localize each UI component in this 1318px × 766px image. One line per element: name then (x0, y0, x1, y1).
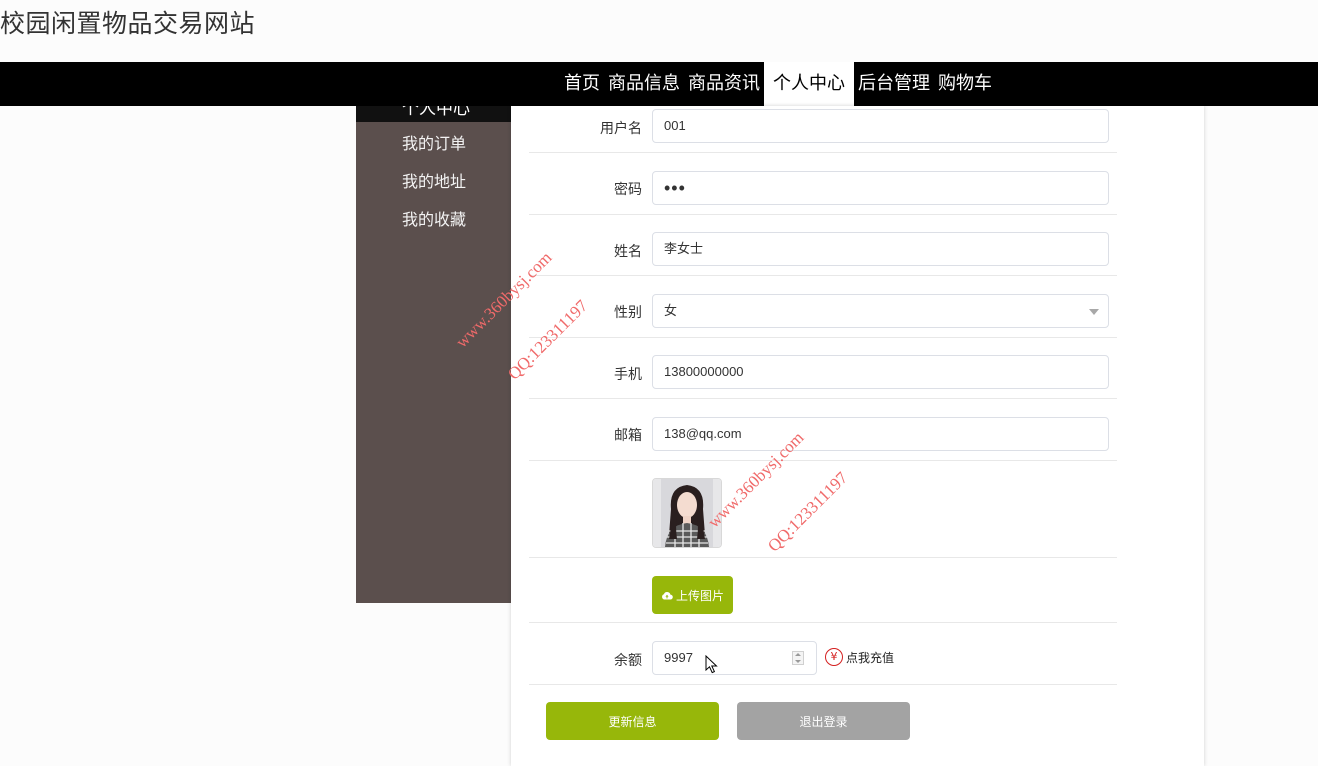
sidebar-item-favorites[interactable]: 我的收藏 (402, 206, 466, 230)
email-input[interactable]: 138@qq.com (652, 417, 1109, 451)
row-divider (529, 214, 1117, 215)
row-divider (529, 337, 1117, 338)
row-divider (529, 398, 1117, 399)
password-label: 密码 (614, 182, 642, 198)
gender-selected-value: 女 (664, 303, 678, 318)
row-divider (529, 275, 1117, 276)
update-info-button[interactable]: 更新信息 (546, 702, 719, 740)
row-divider (529, 557, 1117, 558)
row-divider (529, 152, 1117, 153)
number-spinner[interactable] (792, 651, 804, 665)
sidebar-item-addresses[interactable]: 我的地址 (402, 168, 466, 192)
balance-value: 9997 (664, 650, 693, 665)
name-input[interactable]: 李女士 (652, 232, 1109, 266)
nav-item-cart[interactable]: 购物车 (934, 62, 996, 106)
yen-circle-icon: ¥ (825, 648, 843, 666)
recharge-label: 点我充值 (846, 650, 895, 665)
chevron-down-icon (1089, 309, 1099, 315)
sidebar-heading-label: 个人中心 (402, 106, 470, 119)
main-nav-bar: 首页 商品信息 商品资讯 个人中心 后台管理 购物车 (0, 62, 1318, 106)
site-title: 校园闲置物品交易网站 (0, 9, 256, 38)
avatar-photo (653, 479, 721, 547)
recharge-link[interactable]: ¥ 点我充值 (825, 648, 894, 666)
upload-image-label: 上传图片 (675, 588, 724, 603)
name-label: 姓名 (614, 244, 642, 260)
logout-button[interactable]: 退出登录 (737, 702, 910, 740)
nav-item-personal-center[interactable]: 个人中心 (764, 62, 854, 106)
balance-label: 余额 (614, 653, 642, 669)
sidebar: 个人中心 我的订单 我的地址 我的收藏 (356, 106, 511, 603)
phone-label: 手机 (614, 367, 642, 383)
gender-label: 性别 (614, 305, 642, 321)
nav-item-products[interactable]: 商品信息 (604, 62, 684, 106)
balance-input[interactable]: 9997 (652, 641, 817, 675)
mouse-pointer-icon (705, 654, 718, 678)
nav-item-news[interactable]: 商品资讯 (684, 62, 764, 106)
nav-item-home[interactable]: 首页 (560, 62, 604, 106)
email-label: 邮箱 (614, 428, 642, 444)
row-divider (529, 622, 1117, 623)
username-label: 用户名 (600, 121, 642, 137)
avatar-preview[interactable] (652, 478, 722, 548)
row-divider (529, 684, 1117, 685)
password-input[interactable]: ••• (652, 171, 1109, 205)
sidebar-item-orders[interactable]: 我的订单 (402, 130, 466, 154)
gender-select[interactable]: 女 (652, 294, 1109, 328)
upload-image-button[interactable]: 上传图片 (652, 576, 733, 614)
nav-item-admin[interactable]: 后台管理 (854, 62, 934, 106)
phone-input[interactable]: 13800000000 (652, 355, 1109, 389)
nav-list: 首页 商品信息 商品资讯 个人中心 后台管理 购物车 (560, 62, 996, 106)
username-input[interactable]: 001 (652, 109, 1109, 143)
cloud-upload-icon (661, 591, 673, 600)
row-divider (529, 460, 1117, 461)
sidebar-heading[interactable]: 个人中心 (356, 106, 511, 122)
